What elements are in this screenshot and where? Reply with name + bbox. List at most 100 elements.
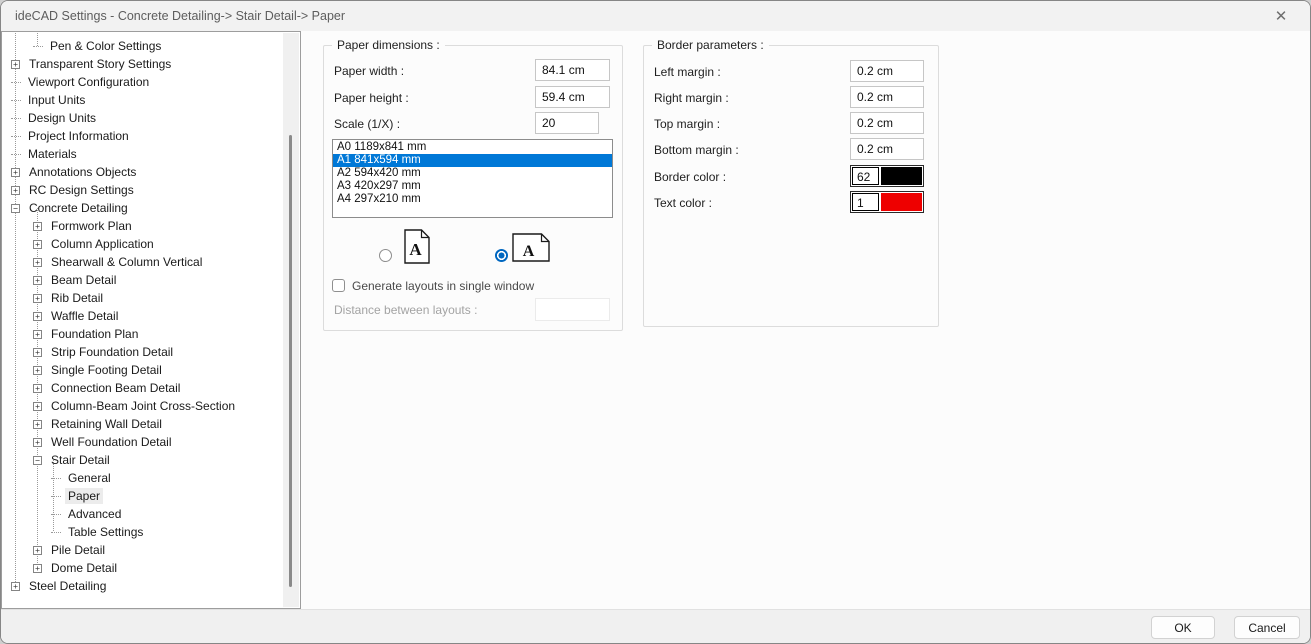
tree-connector: [33, 46, 43, 47]
tree-item-rc-design-settings[interactable]: + RC Design Settings: [3, 181, 283, 199]
ok-button[interactable]: OK: [1151, 616, 1215, 639]
expand-plus-icon[interactable]: +: [11, 60, 20, 69]
paper-size-option[interactable]: A2 594x420 mm: [333, 167, 612, 180]
paper-size-option[interactable]: A1 841x594 mm: [333, 154, 612, 167]
portrait-radio[interactable]: [379, 249, 392, 262]
tree-item-paper[interactable]: Paper: [3, 487, 283, 505]
tree-scrollbar-thumb[interactable]: [289, 135, 292, 587]
expand-plus-icon[interactable]: +: [33, 330, 42, 339]
expand-plus-icon[interactable]: +: [33, 384, 42, 393]
tree-item-label: Dome Detail: [48, 560, 120, 576]
tree-item-label: Viewport Configuration: [25, 74, 152, 90]
tree-item-column-application[interactable]: +Column Application: [3, 235, 283, 253]
tree-item-retaining-wall-detail[interactable]: +Retaining Wall Detail: [3, 415, 283, 433]
tree-item-connection-beam-detail[interactable]: +Connection Beam Detail: [3, 379, 283, 397]
expand-plus-icon[interactable]: +: [33, 402, 42, 411]
tree-item-label: Design Units: [25, 110, 99, 126]
tree-item-label: RC Design Settings: [26, 182, 137, 198]
bottom-margin-input[interactable]: [850, 138, 924, 160]
tree-item-viewport-configuration[interactable]: Viewport Configuration: [3, 73, 283, 91]
tree-item-transparent-story-settings[interactable]: +Transparent Story Settings: [3, 55, 283, 73]
tree-connector: [11, 82, 21, 83]
expand-plus-icon[interactable]: +: [33, 438, 42, 447]
expand-plus-icon[interactable]: +: [11, 582, 20, 591]
paper-height-input[interactable]: [535, 86, 610, 108]
tree-item-input-units[interactable]: Input Units: [3, 91, 283, 109]
paper-size-listbox[interactable]: A0 1189x841 mmA1 841x594 mmA2 594x420 mm…: [332, 139, 613, 218]
tree-item-concrete-detailing[interactable]: −Concrete Detailing: [3, 199, 283, 217]
paper-size-option[interactable]: A4 297x210 mm: [333, 193, 612, 206]
tree-item-project-information[interactable]: Project Information: [3, 127, 283, 145]
expand-plus-icon[interactable]: +: [33, 222, 42, 231]
expand-plus-icon[interactable]: +: [33, 420, 42, 429]
expand-plus-icon[interactable]: +: [33, 294, 42, 303]
tree-item-foundation-plan[interactable]: +Foundation Plan: [3, 325, 283, 343]
border-color-picker[interactable]: 62: [850, 165, 924, 187]
tree-item-shearwall-column-vertical[interactable]: + Shearwall & Column Vertical: [3, 253, 283, 271]
expand-plus-icon[interactable]: +: [33, 276, 42, 285]
tree-item-pen-color-settings[interactable]: Pen & Color Settings: [3, 37, 283, 55]
tree-item-stair-detail[interactable]: −Stair Detail: [3, 451, 283, 469]
expand-plus-icon[interactable]: +: [33, 546, 42, 555]
svg-text:A: A: [523, 243, 535, 260]
tree-item-rib-detail[interactable]: + Rib Detail: [3, 289, 283, 307]
text-color-picker[interactable]: 1: [850, 191, 924, 213]
expand-plus-icon[interactable]: +: [33, 258, 42, 267]
text-color-swatch[interactable]: [881, 193, 922, 211]
paper-width-input[interactable]: [535, 59, 610, 81]
tree-item-well-foundation-detail[interactable]: +Well Foundation Detail: [3, 433, 283, 451]
top-margin-input[interactable]: [850, 112, 924, 134]
tree-item-strip-foundation-detail[interactable]: +Strip Foundation Detail: [3, 343, 283, 361]
landscape-radio[interactable]: [495, 249, 508, 262]
text-color-index[interactable]: 1: [852, 193, 879, 211]
tree-item-dome-detail[interactable]: + Dome Detail: [3, 559, 283, 577]
generate-layouts-label: Generate layouts in single window: [352, 279, 534, 293]
tree-item-general[interactable]: General: [3, 469, 283, 487]
tree-item-materials[interactable]: Materials: [3, 145, 283, 163]
expand-plus-icon[interactable]: +: [33, 366, 42, 375]
cancel-button[interactable]: Cancel: [1234, 616, 1300, 639]
left-margin-input[interactable]: [850, 60, 924, 82]
close-icon[interactable]: ✕: [1260, 1, 1302, 31]
tree-item-label: Rib Detail: [48, 290, 106, 306]
tree-connector: [11, 100, 21, 101]
paper-size-option[interactable]: A3 420x297 mm: [333, 180, 612, 193]
expand-plus-icon[interactable]: +: [11, 186, 20, 195]
tree-item-table-settings[interactable]: Table Settings: [3, 523, 283, 541]
tree-item-single-footing-detail[interactable]: +Single Footing Detail: [3, 361, 283, 379]
tree-item-label: Input Units: [25, 92, 88, 108]
generate-layouts-checkbox[interactable]: [332, 279, 345, 292]
paper-dimensions-group: Paper dimensions : Paper width : Paper h…: [323, 45, 623, 331]
border-color-swatch[interactable]: [881, 167, 922, 185]
tree-item-label: Beam Detail: [48, 272, 119, 288]
portrait-page-icon[interactable]: A: [404, 229, 430, 264]
tree-item-formwork-plan[interactable]: +Formwork Plan: [3, 217, 283, 235]
tree-item-pile-detail[interactable]: +Pile Detail: [3, 541, 283, 559]
tree-item-steel-detailing[interactable]: +Steel Detailing: [3, 577, 283, 595]
tree-scrollbar[interactable]: [283, 33, 299, 607]
tree-item-waffle-detail[interactable]: +Waffle Detail: [3, 307, 283, 325]
border-color-index[interactable]: 62: [852, 167, 879, 185]
left-margin-label: Left margin :: [654, 65, 721, 79]
tree-item-beam-detail[interactable]: + Beam Detail: [3, 271, 283, 289]
tree-item-label: General: [65, 470, 114, 486]
tree-connector: [11, 154, 21, 155]
tree-item-label: Shearwall & Column Vertical: [48, 254, 205, 270]
expand-plus-icon[interactable]: +: [33, 348, 42, 357]
landscape-page-icon[interactable]: A: [512, 233, 550, 262]
paper-width-label: Paper width :: [334, 64, 404, 78]
scale-input[interactable]: [535, 112, 599, 134]
tree-item-advanced[interactable]: Advanced: [3, 505, 283, 523]
expand-plus-icon[interactable]: +: [11, 168, 20, 177]
collapse-minus-icon[interactable]: −: [33, 456, 42, 465]
tree-item-column-beam-joint-cross-section[interactable]: +Column-Beam Joint Cross-Section: [3, 397, 283, 415]
tree-connector: [11, 136, 21, 137]
tree-item-annotations-objects[interactable]: +Annotations Objects: [3, 163, 283, 181]
expand-plus-icon[interactable]: +: [33, 312, 42, 321]
right-margin-input[interactable]: [850, 86, 924, 108]
tree-item-design-units[interactable]: Design Units: [3, 109, 283, 127]
expand-plus-icon[interactable]: +: [33, 240, 42, 249]
expand-plus-icon[interactable]: +: [33, 564, 42, 573]
collapse-minus-icon[interactable]: −: [11, 204, 20, 213]
paper-size-option[interactable]: A0 1189x841 mm: [333, 141, 612, 154]
